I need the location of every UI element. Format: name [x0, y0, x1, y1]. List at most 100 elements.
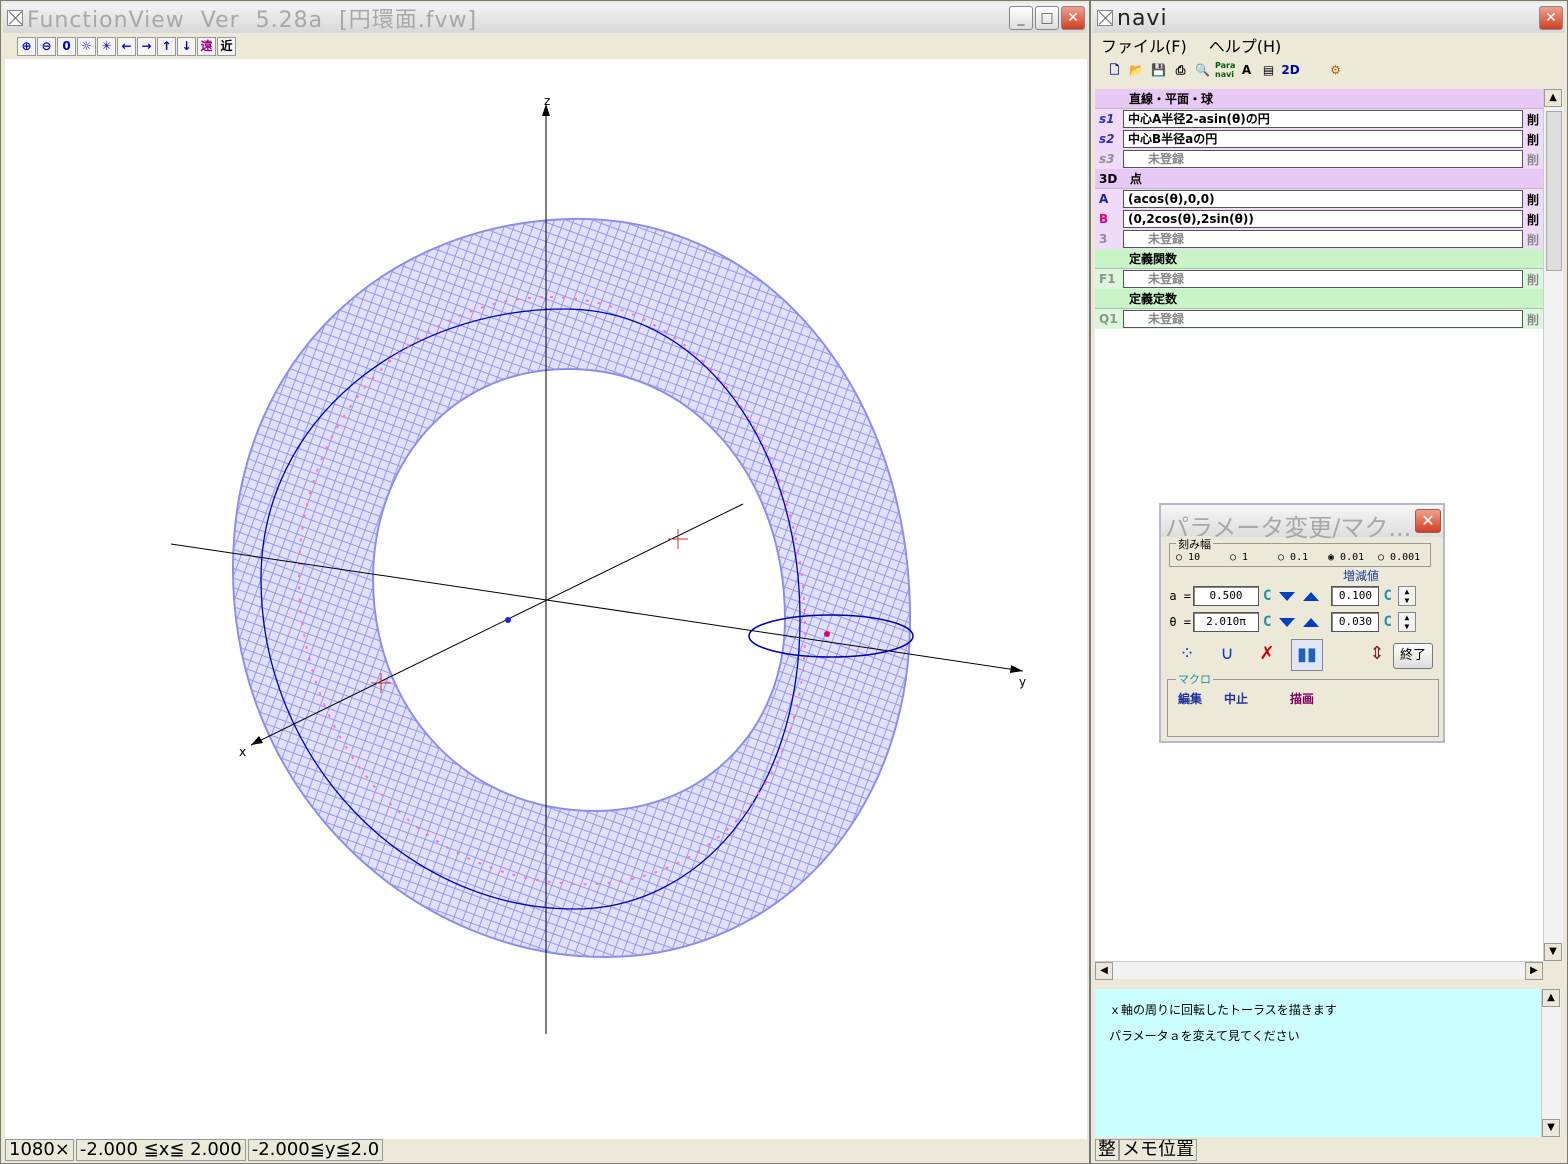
scroll-right-icon[interactable]: ▶	[1525, 962, 1543, 980]
list-row-b[interactable]: B (0,2cos(θ),2sin(θ)) 削	[1095, 209, 1543, 229]
step-legend: 刻み幅	[1176, 536, 1213, 552]
menu-file[interactable]: ファイル(F)	[1101, 33, 1187, 56]
row-value-field[interactable]: (acos(θ),0,0)	[1123, 190, 1523, 208]
list-row-3[interactable]: 3 未登録 削	[1095, 229, 1543, 249]
list-row-a[interactable]: A (acos(θ),0,0) 削	[1095, 189, 1543, 209]
up-down-icon[interactable]: ⇕	[1361, 639, 1393, 671]
row-value-field[interactable]: 未登録	[1123, 230, 1523, 248]
row-value-field[interactable]: 未登録	[1123, 270, 1523, 288]
spinner[interactable]: ▲ ▼	[1397, 612, 1416, 632]
row-value-field[interactable]: 未登録	[1123, 150, 1523, 168]
list-row-f1[interactable]: F1 未登録 削	[1095, 269, 1543, 289]
delete-button[interactable]: 削	[1523, 131, 1543, 148]
move-left-icon[interactable]: ←	[117, 37, 136, 56]
point-a[interactable]	[505, 617, 511, 623]
scroll-up-icon[interactable]: ▲	[1542, 989, 1560, 1007]
macro-stop-button[interactable]: 中止	[1224, 690, 1248, 707]
increase-icon[interactable]	[1303, 591, 1320, 601]
navi-titlebar[interactable]: navi ✕	[1093, 3, 1565, 33]
param-dialog-titlebar[interactable]: パラメータ変更/マク... ✕	[1161, 505, 1443, 542]
delete-button[interactable]: 削	[1523, 271, 1543, 288]
row-value-field[interactable]: 中心A半径2-asin(θ)の円	[1123, 110, 1523, 128]
para-navi-icon[interactable]: Para navi	[1215, 61, 1235, 80]
save-icon[interactable]: 💾	[1149, 61, 1168, 80]
near-button[interactable]: 近	[217, 37, 236, 56]
point-b[interactable]	[824, 631, 830, 637]
end-button[interactable]: 終了	[1393, 643, 1433, 669]
scroll-down-icon[interactable]: ▼	[1542, 1119, 1560, 1137]
increment-c-button[interactable]: C	[1383, 614, 1391, 630]
param-c-button[interactable]: C	[1263, 614, 1271, 630]
row-value-field[interactable]: (0,2cos(θ),2sin(θ))	[1123, 210, 1523, 228]
plot-canvas[interactable]: z y x	[5, 59, 1087, 1139]
move-right-icon[interactable]: →	[137, 37, 156, 56]
list-row-s1[interactable]: s1 中心A半径2-asin(θ)の円 削	[1095, 109, 1543, 129]
torus-plot[interactable]: z y x	[5, 59, 1087, 1139]
zoom-in-icon[interactable]: ⊕	[17, 37, 36, 56]
scroll-left-icon[interactable]: ◀	[1095, 962, 1113, 980]
menu-help[interactable]: ヘルプ(H)	[1209, 33, 1282, 56]
scroll-down-icon[interactable]: ▼	[1544, 943, 1562, 961]
param-value-input[interactable]: 2.010π	[1193, 612, 1259, 632]
open-folder-icon[interactable]: 📂	[1127, 61, 1146, 80]
search-icon[interactable]: 🔍	[1193, 61, 1212, 80]
increase-icon[interactable]	[1303, 617, 1320, 627]
font-icon[interactable]: A	[1237, 61, 1256, 80]
settings-icon[interactable]: ⚙	[1326, 61, 1345, 80]
step-radio-1[interactable]: ○ 1	[1230, 552, 1248, 563]
decrease-icon[interactable]	[1279, 591, 1296, 601]
curve-icon[interactable]: ∪	[1211, 639, 1243, 671]
macro-edit-button[interactable]: 編集	[1178, 690, 1202, 707]
light-icon[interactable]: ☼	[77, 37, 96, 56]
close-button[interactable]: ✕	[1061, 6, 1085, 30]
zoom-out-icon[interactable]: ⊖	[37, 37, 56, 56]
list-row-q1[interactable]: Q1 未登録 削	[1095, 309, 1543, 329]
delete-button[interactable]: 削	[1523, 231, 1543, 248]
macro-draw-button[interactable]: 描画	[1290, 690, 1314, 707]
step-radio-0-01[interactable]: ◉ 0.01	[1328, 552, 1364, 563]
increment-input[interactable]: 0.030	[1331, 612, 1380, 632]
increment-c-button[interactable]: C	[1383, 588, 1391, 604]
step-radio-0-1[interactable]: ○ 0.1	[1278, 552, 1308, 563]
row-value-field[interactable]: 中心B半径aの円	[1123, 130, 1523, 148]
list-row-s2[interactable]: s2 中心B半径aの円 削	[1095, 129, 1543, 149]
param-value-input[interactable]: 0.500	[1193, 586, 1259, 606]
minimize-button[interactable]: _	[1009, 6, 1033, 30]
delete-dots-icon[interactable]: ✗	[1251, 639, 1283, 671]
reset-origin-button[interactable]: 0	[57, 37, 76, 56]
delete-button[interactable]: 削	[1523, 191, 1543, 208]
status-item: 整	[1095, 1139, 1119, 1161]
functionview-titlebar[interactable]: FunctionView Ver 5.28a [円環面.fvw] _ □ ✕	[3, 3, 1087, 33]
param-c-button[interactable]: C	[1263, 588, 1271, 604]
close-button[interactable]: ✕	[1539, 6, 1563, 30]
close-button[interactable]: ✕	[1415, 509, 1441, 533]
section-lines-header: 直線・平面・球	[1095, 89, 1543, 109]
list-row-s3[interactable]: s3 未登録 削	[1095, 149, 1543, 169]
new-file-icon[interactable]: 🗋	[1105, 61, 1124, 80]
print-icon[interactable]: ⎙	[1171, 61, 1190, 80]
decrease-icon[interactable]	[1279, 617, 1296, 627]
description-scrollbar[interactable]: ▲ ▼	[1541, 989, 1561, 1137]
scroll-up-icon[interactable]: ▲	[1544, 89, 1562, 107]
list-horizontal-scrollbar[interactable]: ◀ ▶	[1095, 961, 1543, 980]
move-up-icon[interactable]: ↑	[157, 37, 176, 56]
spark-icon[interactable]: ✳	[97, 37, 116, 56]
spinner[interactable]: ▲ ▼	[1397, 586, 1416, 606]
scroll-thumb[interactable]	[1546, 111, 1562, 271]
dots-icon[interactable]: ⁘	[1171, 639, 1203, 671]
delete-button[interactable]: 削	[1523, 211, 1543, 228]
list-vertical-scrollbar[interactable]: ▲ ▼	[1543, 89, 1563, 961]
far-button[interactable]: 遠	[197, 37, 216, 56]
increment-input[interactable]: 0.100	[1331, 586, 1380, 606]
mode-2d-button[interactable]: 2D	[1281, 61, 1300, 80]
step-radio-0-001[interactable]: ○ 0.001	[1378, 552, 1420, 563]
row-value-field[interactable]: 未登録	[1123, 310, 1523, 328]
bars-icon[interactable]: ▮▮	[1291, 639, 1323, 671]
move-down-icon[interactable]: ↓	[177, 37, 196, 56]
step-radio-10[interactable]: ○ 10	[1176, 552, 1200, 563]
maximize-button[interactable]: □	[1035, 6, 1059, 30]
delete-button[interactable]: 削	[1523, 111, 1543, 128]
delete-button[interactable]: 削	[1523, 311, 1543, 328]
document-icon[interactable]: ▤	[1259, 61, 1278, 80]
delete-button[interactable]: 削	[1523, 151, 1543, 168]
